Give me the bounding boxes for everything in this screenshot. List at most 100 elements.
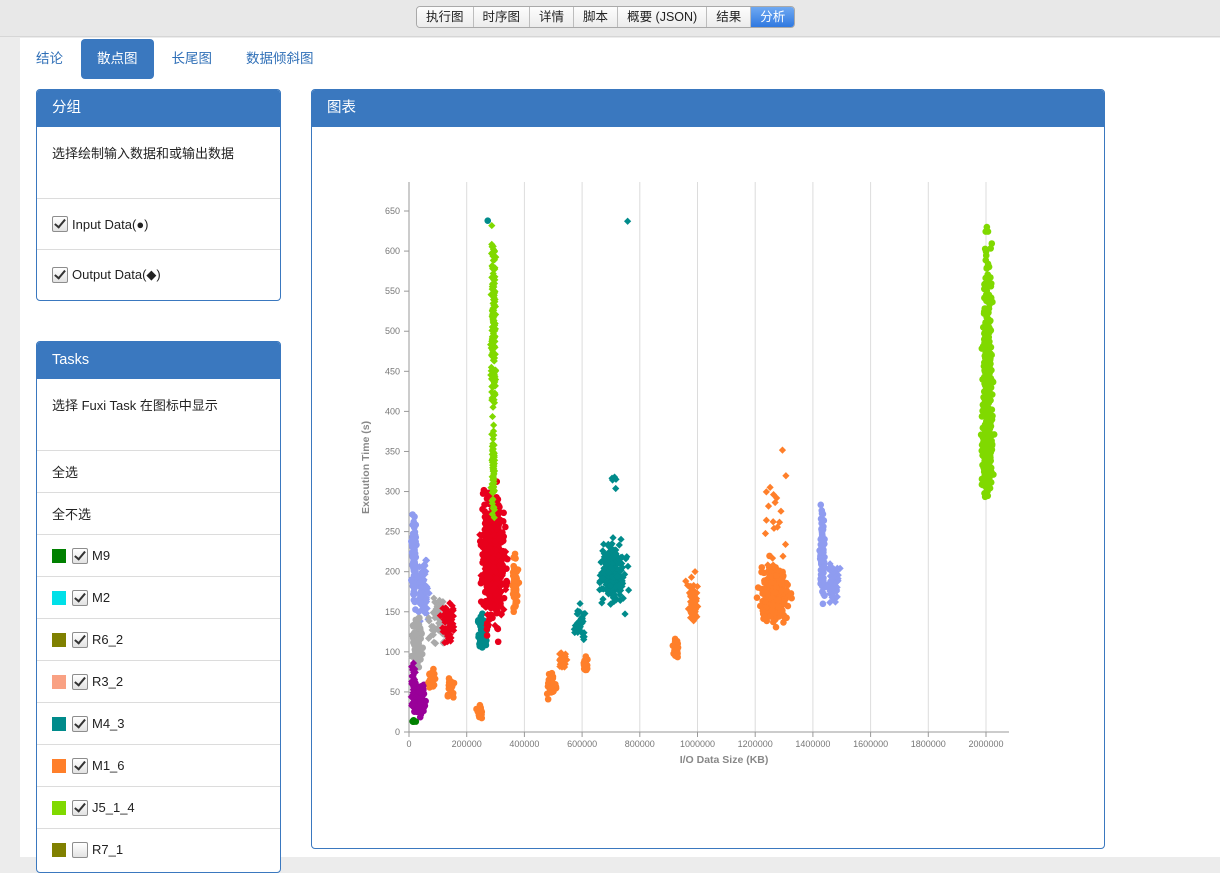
- data-point-circle: [986, 338, 993, 345]
- group-option-label: Input Data(●): [72, 216, 149, 232]
- data-point-diamond: [769, 518, 777, 526]
- group-option-checkbox[interactable]: [52, 267, 68, 283]
- data-point-circle: [413, 637, 421, 645]
- data-point-circle: [759, 607, 767, 614]
- task-color-swatch: [52, 590, 66, 605]
- sub-tab-3[interactable]: 数据倾斜图: [230, 39, 330, 79]
- data-point-circle: [986, 357, 994, 364]
- group-option-1[interactable]: Output Data(◆): [37, 249, 280, 300]
- task-checkbox[interactable]: [72, 757, 88, 774]
- group-panel-title: 分组: [37, 90, 280, 127]
- data-point-circle: [983, 307, 991, 314]
- top-tab-segmented-control: 执行图 时序图 详情 脚本 概要 (JSON) 结果 分析: [416, 6, 796, 28]
- data-point-circle: [774, 596, 782, 604]
- data-point-circle: [410, 717, 418, 724]
- tasks-panel-description: 选择 Fuxi Task 在图标中显示: [52, 398, 218, 413]
- data-point-circle: [988, 240, 996, 247]
- top-tab-0[interactable]: 执行图: [417, 7, 474, 27]
- data-point-circle: [982, 252, 990, 259]
- chart-panel-title: 图表: [312, 90, 1104, 127]
- sub-tab-1[interactable]: 散点图: [81, 39, 154, 79]
- top-tab-1[interactable]: 时序图: [473, 7, 531, 27]
- data-point-circle: [510, 572, 517, 579]
- top-tab-6[interactable]: 分析: [751, 7, 795, 27]
- top-tab-4[interactable]: 概要 (JSON): [618, 7, 708, 27]
- task-checkbox[interactable]: [72, 841, 88, 858]
- group-option-0[interactable]: Input Data(●): [37, 198, 280, 249]
- data-point-diamond: [779, 552, 787, 560]
- x-axis-title: I/O Data Size (KB): [680, 754, 769, 766]
- data-point-diamond: [777, 507, 785, 515]
- data-point-diamond: [781, 540, 790, 548]
- y-tick-label: 450: [385, 366, 400, 376]
- y-tick-label: 100: [385, 647, 400, 657]
- select-none-option[interactable]: 全不选: [37, 492, 280, 534]
- data-point-circle: [408, 576, 415, 584]
- task-row-M1_6[interactable]: M1_6: [37, 744, 280, 786]
- data-point-circle: [411, 559, 419, 567]
- task-label: J5_1_4: [92, 800, 135, 815]
- x-tick-label: 1000000: [680, 739, 715, 749]
- task-checkbox[interactable]: [72, 547, 88, 564]
- data-point-circle: [983, 417, 990, 425]
- data-point-circle: [988, 416, 996, 423]
- data-point-circle: [413, 646, 420, 653]
- task-checkbox[interactable]: [72, 715, 88, 732]
- data-point-circle: [418, 650, 426, 658]
- x-tick-label: 1200000: [738, 739, 773, 749]
- data-point-diamond: [609, 534, 617, 542]
- data-point-circle: [416, 614, 423, 622]
- data-point-circle: [412, 620, 420, 628]
- group-option-checkbox[interactable]: [52, 216, 68, 232]
- data-point-circle: [672, 652, 680, 659]
- data-point-circle: [672, 638, 679, 645]
- data-point-circle: [784, 581, 791, 589]
- task-row-R3_2[interactable]: R3_2: [37, 660, 280, 702]
- data-point-diamond: [782, 472, 790, 480]
- task-checkbox[interactable]: [72, 589, 88, 606]
- data-point-circle: [477, 707, 485, 714]
- task-label: R6_2: [92, 632, 124, 647]
- data-point-circle: [820, 577, 827, 585]
- task-row-M9[interactable]: M9: [37, 534, 280, 576]
- data-point-circle: [983, 369, 991, 377]
- data-point-circle: [409, 543, 416, 550]
- data-point-circle: [820, 517, 828, 524]
- task-checkbox[interactable]: [72, 799, 88, 816]
- y-tick-label: 0: [395, 727, 400, 737]
- data-point-circle: [820, 549, 827, 556]
- data-point-circle: [817, 558, 825, 565]
- data-point-circle: [983, 223, 991, 231]
- data-point-circle: [761, 588, 769, 596]
- top-tab-3[interactable]: 脚本: [574, 7, 619, 27]
- data-point-circle: [983, 295, 991, 303]
- data-point-circle: [981, 380, 988, 388]
- task-checkbox[interactable]: [72, 673, 88, 690]
- task-label: R3_2: [92, 674, 124, 689]
- task-checkbox[interactable]: [72, 631, 88, 648]
- data-point-circle: [510, 603, 518, 611]
- y-tick-label: 50: [390, 687, 400, 697]
- task-row-M2[interactable]: M2: [37, 576, 280, 618]
- data-point-circle: [417, 629, 425, 637]
- data-point-diamond: [761, 529, 770, 538]
- select-all-option[interactable]: 全选: [37, 450, 280, 492]
- data-point-circle: [478, 633, 485, 641]
- data-point-circle: [502, 523, 509, 531]
- data-point-circle: [549, 674, 557, 682]
- tasks-panel-title: Tasks: [37, 342, 280, 379]
- task-label: M9: [92, 548, 111, 563]
- sub-tab-0[interactable]: 结论: [20, 39, 79, 79]
- task-row-M4_3[interactable]: M4_3: [37, 702, 280, 744]
- data-point-circle: [980, 453, 988, 461]
- top-tab-2[interactable]: 详情: [530, 7, 575, 27]
- data-point-circle: [983, 287, 991, 295]
- task-row-J5_1_4[interactable]: J5_1_4: [37, 786, 280, 828]
- task-row-R7_1[interactable]: R7_1: [37, 828, 280, 870]
- top-tab-5[interactable]: 结果: [707, 7, 752, 27]
- sub-tab-2[interactable]: 长尾图: [156, 39, 229, 79]
- data-point-circle: [410, 536, 417, 543]
- data-point-circle: [427, 670, 434, 677]
- task-row-R6_2[interactable]: R6_2: [37, 618, 280, 660]
- data-point-circle: [412, 521, 420, 529]
